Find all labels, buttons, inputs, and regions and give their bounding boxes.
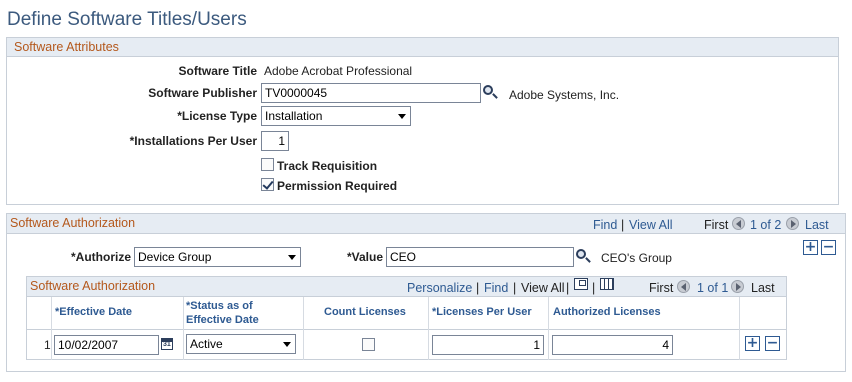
grid-next-icon[interactable] (731, 280, 744, 293)
software-authorization-title: Software Authorization (10, 216, 136, 230)
track-requisition-checkbox[interactable] (261, 158, 274, 171)
separator: | (476, 281, 480, 295)
grid-find-link[interactable]: Find (484, 281, 508, 295)
grid-pagination-text: 1 of 1 (697, 281, 729, 295)
software-attributes-header: Software Attributes (7, 38, 838, 57)
authorize-label: *Authorize (71, 250, 131, 264)
separator: | (513, 281, 517, 295)
software-title-value: Adobe Acrobat Professional (264, 64, 413, 78)
personalize-link[interactable]: Personalize (407, 281, 472, 295)
add-row-button[interactable]: + (803, 240, 818, 255)
grid-previous-icon[interactable] (677, 280, 690, 293)
license-type-value: Installation (265, 109, 323, 123)
view-all-link[interactable]: View All (629, 218, 673, 232)
track-requisition-label: Track Requisition (277, 159, 378, 173)
col-effective-date[interactable]: *Effective Date (55, 306, 132, 318)
delete-row-button[interactable]: − (821, 240, 836, 255)
download-spreadsheet-icon[interactable] (600, 278, 614, 290)
value-input[interactable] (386, 247, 574, 267)
pagination-text: 1 of 2 (750, 218, 782, 232)
value-description: CEO's Group (601, 251, 672, 265)
new-window-icon[interactable] (574, 278, 588, 290)
col-count-licenses[interactable]: Count Licenses (324, 306, 406, 318)
permission-required-label: Permission Required (277, 179, 398, 193)
permission-required-checkbox[interactable] (261, 178, 274, 191)
value-lookup-icon[interactable] (576, 249, 586, 259)
separator: | (566, 281, 570, 295)
value-label: *Value (346, 250, 383, 264)
chevron-down-icon (398, 114, 406, 119)
authorize-select[interactable]: Device Group (134, 247, 301, 267)
authorized-licenses-input[interactable] (552, 335, 673, 355)
count-licenses-checkbox[interactable] (362, 338, 375, 351)
first-label: First (704, 218, 729, 232)
license-type-select[interactable]: Installation (261, 106, 411, 126)
software-publisher-input[interactable] (261, 83, 481, 103)
software-publisher-label: Software Publisher (148, 86, 257, 100)
effective-date-input[interactable] (54, 335, 159, 355)
page-title: Define Software Titles/Users (7, 9, 247, 30)
authorization-grid-title: Software Authorization (30, 279, 156, 293)
calendar-icon[interactable] (161, 338, 173, 350)
license-type-label: *License Type (177, 109, 257, 123)
separator: | (621, 218, 625, 232)
grid-last-link[interactable]: Last (751, 281, 775, 295)
next-icon[interactable] (786, 217, 799, 230)
installations-per-user-input[interactable] (261, 131, 289, 151)
previous-icon[interactable] (732, 217, 745, 230)
chevron-down-icon (283, 342, 291, 347)
grid-delete-row-button[interactable]: − (765, 336, 780, 351)
col-status[interactable]: *Status as of Effective Date (186, 299, 276, 327)
col-licenses-per-user[interactable]: *Licenses Per User (432, 306, 532, 318)
software-title-label: Software Title (178, 64, 257, 78)
authorize-value: Device Group (138, 250, 212, 264)
publisher-lookup-icon[interactable] (483, 85, 493, 95)
chevron-down-icon (288, 255, 296, 260)
grid-view-all-link[interactable]: View All (521, 281, 565, 295)
separator: | (592, 281, 596, 295)
last-link[interactable]: Last (805, 218, 829, 232)
installations-per-user-label: *Installations Per User (129, 134, 257, 148)
licenses-per-user-input[interactable] (432, 335, 544, 355)
status-select[interactable]: Active (186, 334, 296, 354)
find-link[interactable]: Find (593, 218, 617, 232)
grid-add-row-button[interactable]: + (745, 336, 760, 351)
software-attributes-title: Software Attributes (14, 40, 119, 54)
status-value: Active (190, 337, 223, 351)
col-authorized-licenses[interactable]: Authorized Licenses (553, 306, 661, 318)
grid-first-label: First (649, 281, 674, 295)
row-number: 1 (44, 338, 51, 352)
grid-column-header-row (27, 297, 786, 360)
publisher-name: Adobe Systems, Inc. (509, 88, 620, 102)
